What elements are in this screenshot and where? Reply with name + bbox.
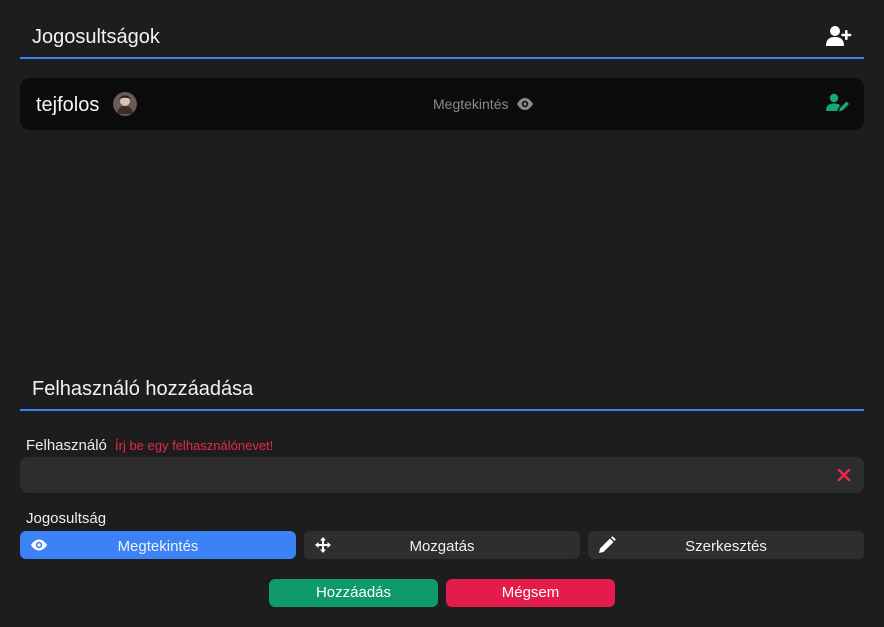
permission-option-view-label: Megtekintés xyxy=(117,538,199,555)
permission-level: Megtekintés xyxy=(433,96,534,112)
user-edit-icon xyxy=(826,93,849,112)
permissions-dialog: Jogosultságok tejfolos Megtekintés Felha… xyxy=(0,0,884,627)
close-icon xyxy=(837,468,851,482)
cancel-button[interactable]: Mégsem xyxy=(446,579,615,607)
user-field-error: Írj be egy felhasználónevet! xyxy=(115,438,274,453)
permission-option-edit[interactable]: Szerkesztés xyxy=(588,531,864,559)
username-input[interactable] xyxy=(32,457,826,495)
edit-user-permission-button[interactable] xyxy=(826,93,850,115)
permission-option-view[interactable]: Megtekintés xyxy=(20,531,296,559)
username-input-wrapper xyxy=(20,457,864,495)
permission-option-move[interactable]: Mozgatás xyxy=(304,531,580,559)
add-user-button[interactable] xyxy=(824,23,854,49)
permission-option-move-label: Mozgatás xyxy=(409,538,475,555)
permission-entry-row: tejfolos Megtekintés xyxy=(20,78,864,130)
user-field-label: Felhasználó xyxy=(26,437,107,454)
eye-icon xyxy=(517,98,534,110)
permissions-header: Jogosultságok xyxy=(20,19,864,59)
permissions-title: Jogosultságok xyxy=(32,26,160,48)
add-user-title: Felhasználó hozzáadása xyxy=(32,378,254,400)
permission-username: tejfolos xyxy=(36,94,100,116)
clear-input-button[interactable] xyxy=(836,467,852,483)
permission-option-edit-label: Szerkesztés xyxy=(685,538,767,555)
permission-level-label: Megtekintés xyxy=(433,96,509,112)
permission-field-label: Jogosultság xyxy=(26,510,107,527)
add-user-header: Felhasználó hozzáadása xyxy=(20,371,864,411)
user-plus-icon xyxy=(826,26,852,46)
add-button[interactable]: Hozzáadás xyxy=(269,579,438,607)
avatar xyxy=(113,92,137,116)
